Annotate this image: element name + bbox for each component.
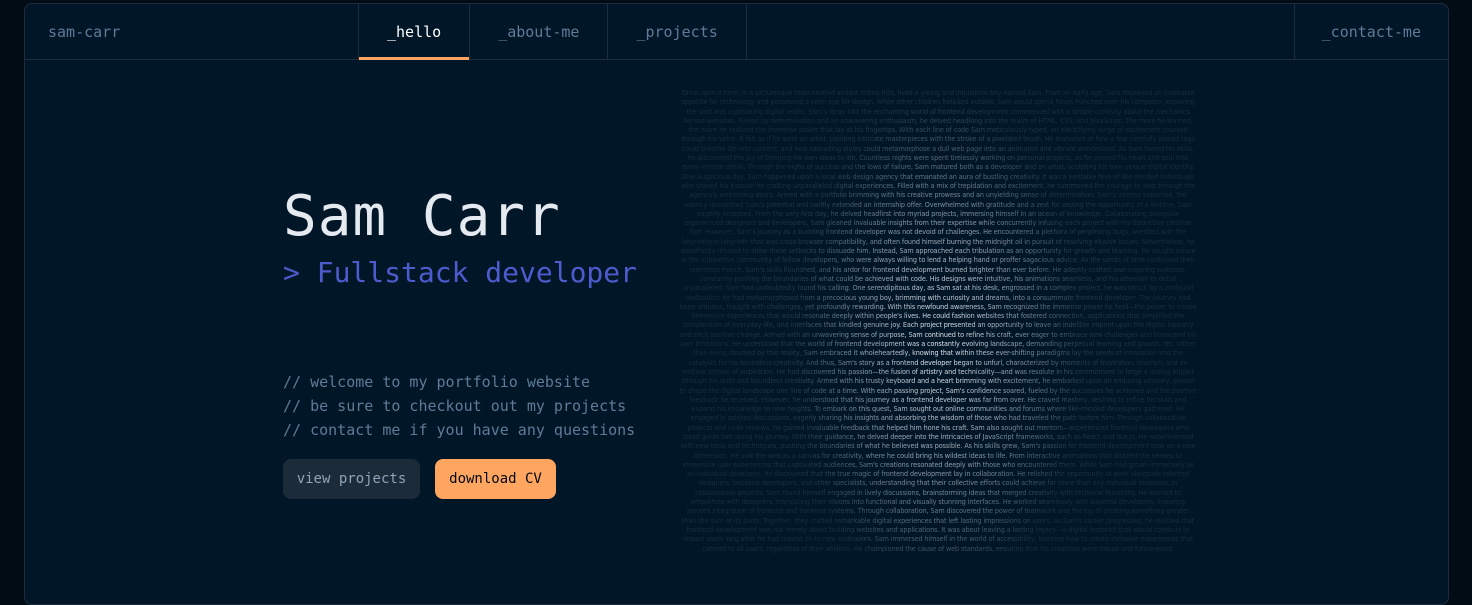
brand-name: sam-carr: [25, 4, 359, 59]
hero-role: > Fullstack developer: [283, 256, 638, 289]
comment-line: // welcome to my portfolio website: [283, 373, 591, 391]
tab-hello[interactable]: _hello: [359, 4, 471, 60]
comment-line: // be sure to checkout out my projects: [283, 397, 627, 415]
comment-line: // contact me if you have any questions: [283, 421, 636, 439]
hero-comments: // welcome to my portfolio website // be…: [283, 370, 635, 442]
download-cv-button[interactable]: download CV: [435, 459, 556, 499]
top-navigation: sam-carr _hello _about-me _projects _con…: [25, 4, 1448, 60]
tab-contact-me[interactable]: _contact-me: [1293, 4, 1448, 59]
hero-name: Sam Carr: [283, 184, 561, 249]
tab-projects[interactable]: _projects: [608, 4, 747, 59]
tab-about-me[interactable]: _about-me: [470, 4, 609, 59]
portfolio-window: sam-carr _hello _about-me _projects _con…: [24, 3, 1449, 605]
view-projects-button[interactable]: view projects: [283, 459, 420, 499]
story-text-background: Once upon a time, in a picturesque town …: [679, 88, 1197, 553]
